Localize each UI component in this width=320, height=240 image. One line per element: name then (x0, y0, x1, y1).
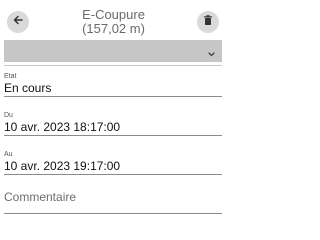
etat-value: En cours (4, 81, 52, 95)
page-title-block: E-Coupure (157,02 m) (40, 8, 187, 36)
au-value: 10 avr. 2023 19:17:00 (4, 159, 121, 173)
comment-field[interactable]: Commentaire (4, 190, 222, 214)
chevron-down-icon (207, 46, 216, 64)
page-title: E-Coupure (82, 7, 145, 22)
etat-label: Etat (4, 73, 17, 80)
du-value: 10 avr. 2023 18:17:00 (4, 120, 121, 134)
au-underline (4, 174, 222, 175)
du-field[interactable]: Du 10 avr. 2023 18:17:00 (4, 112, 222, 136)
delete-button[interactable] (197, 11, 219, 33)
etat-field[interactable]: Etat En cours (4, 73, 222, 97)
comment-underline (4, 213, 222, 214)
app-header: E-Coupure (157,02 m) (0, 0, 227, 40)
arrow-left-icon (12, 13, 24, 31)
etat-underline (4, 96, 222, 97)
du-label: Du (4, 112, 13, 119)
comment-placeholder: Commentaire (4, 190, 77, 204)
du-underline (4, 135, 222, 136)
back-button[interactable] (7, 11, 29, 33)
au-field[interactable]: Au 10 avr. 2023 19:17:00 (4, 151, 222, 175)
select-underline (4, 65, 222, 66)
au-label: Au (4, 151, 13, 158)
trash-icon (202, 13, 214, 31)
type-select[interactable] (4, 40, 222, 62)
page-subtitle: (157,02 m) (82, 21, 145, 36)
